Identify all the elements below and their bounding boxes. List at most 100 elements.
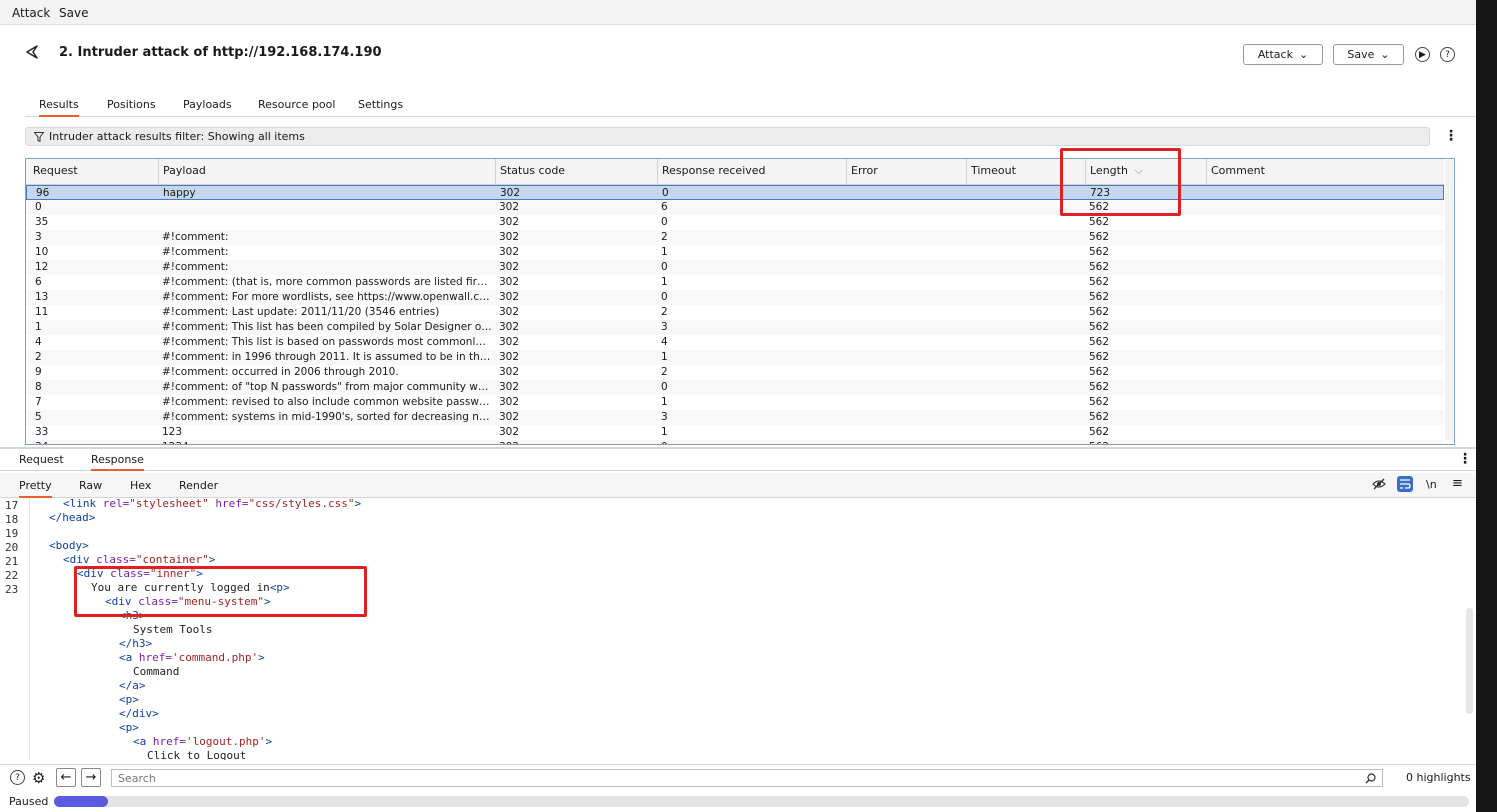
table-cell: 4 (35, 336, 42, 348)
table-row[interactable]: 3 #!comment: 302 2 562 (26, 230, 1444, 245)
menu-icon[interactable]: ≡ (1452, 476, 1463, 491)
table-row[interactable]: 35 302 0 562 (26, 215, 1444, 230)
table-cell: 562 (1089, 246, 1110, 258)
table-cell: 562 (1089, 396, 1110, 408)
tab-payloads[interactable]: Payloads (183, 98, 232, 111)
code-line: <p> (119, 721, 139, 734)
table-row[interactable]: 4 #!comment: This list is based on passwo… (26, 335, 1444, 350)
tab-positions[interactable]: Positions (107, 98, 156, 111)
line-number: 17 (5, 499, 19, 512)
results-tabs: Results Positions Payloads Resource pool… (25, 95, 1476, 117)
table-row[interactable]: 9 #!comment: occurred in 2006 through 201… (26, 365, 1444, 380)
menu-attack[interactable]: Attack (12, 6, 50, 20)
attack-button[interactable]: Attack ⌄ (1243, 44, 1323, 65)
table-cell: 302 (499, 231, 520, 243)
table-cell: 123 (162, 426, 183, 438)
table-cell: #!comment: Last update: 2011/11/20 (3546… (162, 306, 440, 318)
table-cell: #!comment: (162, 261, 229, 273)
menu-bar: Attack Save (0, 0, 1476, 25)
code-line: </h3> (119, 637, 153, 650)
column-request[interactable]: Request (29, 159, 158, 185)
table-cell: #!comment: This list is based on passwor… (162, 336, 492, 348)
table-row[interactable]: 5 #!comment: systems in mid-1990's, sorte… (26, 410, 1444, 425)
table-cell: 12 (35, 261, 49, 273)
table-row[interactable]: 7 #!comment: revised to also include comm… (26, 395, 1444, 410)
pane-splitter[interactable] (0, 447, 1476, 449)
code-line: <a href='logout.php'> (133, 735, 273, 748)
table-cell: 0 (661, 216, 668, 228)
newline-icon[interactable]: \n (1426, 478, 1437, 491)
code-line: Command (133, 665, 180, 678)
table-cell: 302 (499, 246, 520, 258)
forward-arrow-icon[interactable]: → (81, 768, 101, 787)
save-button[interactable]: Save ⌄ (1333, 44, 1404, 65)
table-row[interactable]: 2 #!comment: in 1996 through 2011. It is … (26, 350, 1444, 365)
tab-pretty[interactable]: Pretty (19, 479, 52, 498)
column-status-code[interactable]: Status code (495, 159, 657, 185)
more-options-icon[interactable]: ⋮ (1458, 451, 1472, 467)
table-cell: 302 (499, 306, 520, 318)
table-cell: 302 (499, 261, 520, 273)
table-cell: 302 (499, 336, 520, 348)
column-comment[interactable]: Comment (1206, 159, 1444, 185)
highlight-box-length (1060, 148, 1181, 216)
tab-response[interactable]: Response (91, 453, 144, 471)
column-error[interactable]: Error (846, 159, 966, 185)
table-cell: 302 (499, 411, 520, 423)
code-line: System Tools (133, 623, 213, 636)
table-cell: 1 (661, 426, 668, 438)
play-icon[interactable]: ▶ (1415, 47, 1430, 62)
table-cell: 1234 (162, 441, 492, 444)
tab-render[interactable]: Render (179, 479, 218, 492)
line-number: 19 (5, 527, 19, 540)
results-filter[interactable]: Intruder attack results filter: Showing … (25, 127, 1430, 146)
table-cell: 562 (1089, 366, 1110, 378)
table-row[interactable]: 33 123 302 1 562 (26, 425, 1444, 440)
table-cell: 8 (35, 381, 42, 393)
code-line: <body> (49, 539, 89, 552)
hide-icon[interactable] (1372, 477, 1386, 494)
tab-settings[interactable]: Settings (358, 98, 403, 111)
wrap-lines-icon[interactable] (1397, 476, 1413, 492)
table-cell: 96 (36, 187, 50, 199)
code-line: <div class="container"> (63, 553, 216, 566)
table-row[interactable]: 8 #!comment: of "top N passwords" from ma… (26, 380, 1444, 395)
table-cell: 2 (35, 351, 42, 363)
table-cell: 13 (35, 291, 49, 303)
table-cell: 302 (499, 426, 520, 438)
table-cell: #!comment: For more wordlists, see https… (162, 291, 492, 303)
save-button-label: Save (1347, 48, 1375, 61)
table-cell: #!comment: occurred in 2006 through 2010… (162, 366, 399, 378)
table-row[interactable]: 96 happy 302 0 723 (26, 185, 1444, 200)
tab-results[interactable]: Results (39, 98, 79, 117)
table-row[interactable]: 11 #!comment: Last update: 2011/11/20 (35… (26, 305, 1444, 320)
tab-raw[interactable]: Raw (79, 479, 102, 492)
menu-save[interactable]: Save (59, 6, 88, 20)
response-editor[interactable]: 17 18 19 20 21 22 23 <link rel="styleshe… (0, 498, 1476, 760)
help-icon[interactable]: ? (1440, 47, 1455, 62)
table-row[interactable]: 34 1234 302 0 562 (26, 440, 1444, 444)
search-input[interactable] (111, 769, 1383, 787)
tab-hex[interactable]: Hex (130, 479, 151, 492)
table-row[interactable]: 6 #!comment: (that is, more common passwo… (26, 275, 1444, 290)
table-scrollbar[interactable] (1445, 160, 1453, 440)
table-row[interactable]: 10 #!comment: 302 1 562 (26, 245, 1444, 260)
table-cell: 562 (1089, 321, 1110, 333)
gear-icon[interactable]: ⚙ (32, 769, 45, 787)
tab-request[interactable]: Request (19, 453, 64, 466)
editor-scrollbar[interactable] (1466, 608, 1473, 714)
help-icon[interactable]: ? (10, 770, 25, 785)
back-arrow-icon[interactable]: ← (56, 768, 76, 787)
column-response-received[interactable]: Response received (657, 159, 846, 185)
table-cell: 6 (35, 276, 42, 288)
table-row[interactable]: 0 302 6 562 (26, 200, 1444, 215)
column-payload[interactable]: Payload (158, 159, 496, 185)
tab-resource-pool[interactable]: Resource pool (258, 98, 335, 111)
table-row[interactable]: 1 #!comment: This list has been compiled … (26, 320, 1444, 335)
more-options-icon[interactable]: ⋮ (1444, 128, 1458, 144)
table-cell: 1 (661, 351, 668, 363)
table-row[interactable]: 12 #!comment: 302 0 562 (26, 260, 1444, 275)
table-cell: 0 (662, 187, 669, 199)
table-cell: 1 (35, 321, 42, 333)
table-row[interactable]: 13 #!comment: For more wordlists, see htt… (26, 290, 1444, 305)
